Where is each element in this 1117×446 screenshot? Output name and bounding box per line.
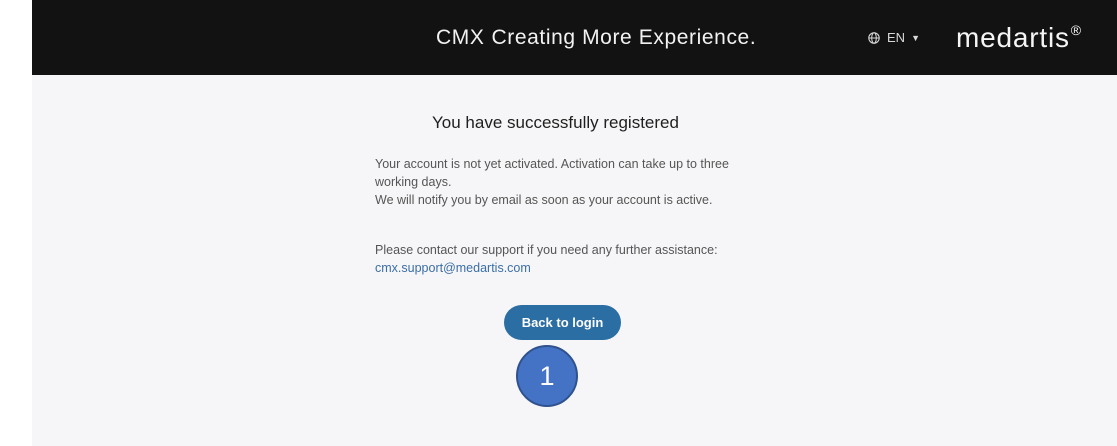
- step-marker: 1: [516, 345, 578, 407]
- activation-message: Your account is not yet activated. Activ…: [375, 155, 775, 209]
- chevron-down-icon: ▼: [911, 32, 920, 43]
- activation-message-line: We will notify you by email as soon as y…: [375, 193, 713, 207]
- logo-text: medartis: [956, 22, 1070, 53]
- brand-prefix: CMX: [436, 26, 485, 49]
- page-title: You have successfully registered: [432, 113, 679, 132]
- support-info: Please contact our support if you need a…: [375, 241, 775, 277]
- support-text: Please contact our support if you need a…: [375, 243, 718, 257]
- brand-title: CMX Creating More Experience.: [436, 26, 756, 50]
- support-email-link[interactable]: cmx.support@medartis.com: [375, 261, 531, 275]
- globe-icon: [868, 31, 880, 44]
- language-code: EN: [887, 30, 906, 45]
- main-content: You have successfully registered Your ac…: [32, 75, 1117, 446]
- registered-mark: ®: [1070, 21, 1082, 38]
- language-selector[interactable]: EN ▼: [868, 30, 920, 45]
- top-header: CMX Creating More Experience. EN ▼ medart…: [32, 0, 1117, 75]
- back-to-login-button[interactable]: Back to login: [504, 305, 621, 340]
- activation-message-line: Your account is not yet activated. Activ…: [375, 157, 729, 189]
- medartis-logo: medartis®: [956, 22, 1082, 54]
- brand-tagline: Creating More Experience.: [491, 26, 757, 49]
